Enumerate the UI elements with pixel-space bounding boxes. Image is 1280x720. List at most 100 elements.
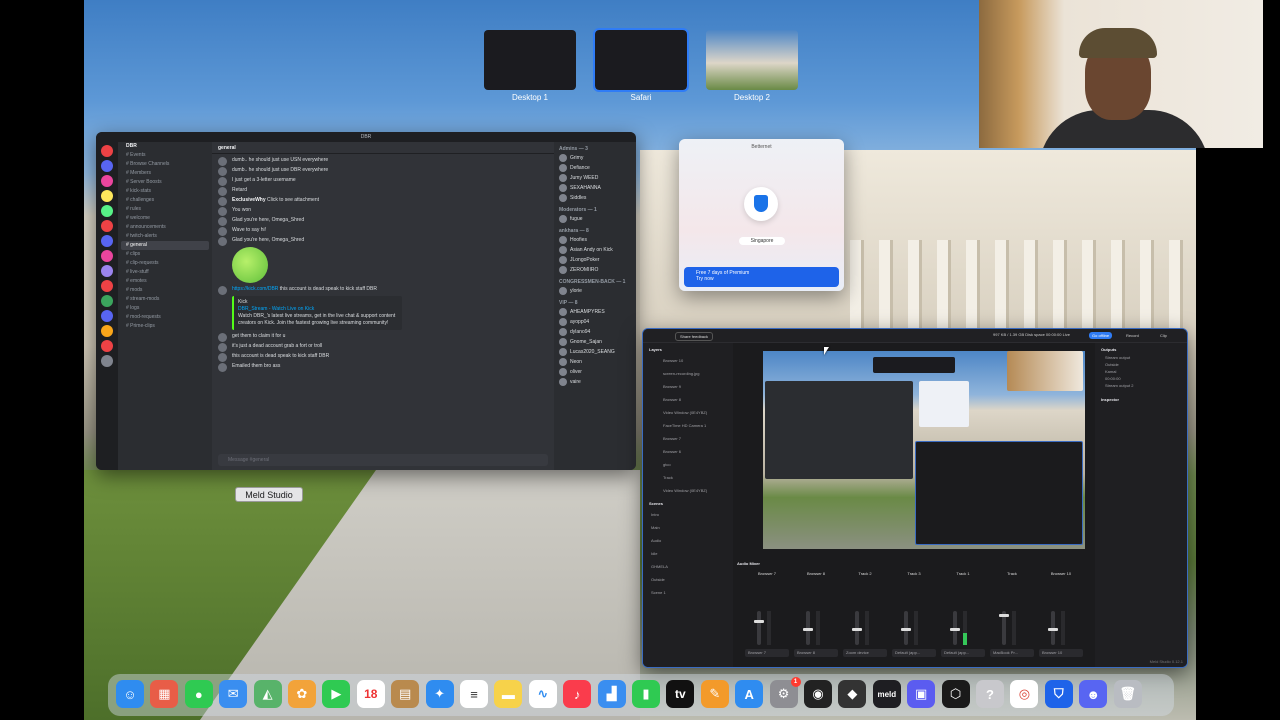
cube-icon[interactable]: ⬡ [941, 680, 970, 708]
scene-item[interactable]: GHMELA [643, 560, 733, 573]
chrome-icon[interactable]: ◎ [1010, 680, 1039, 708]
scene-item[interactable]: Main [643, 521, 733, 534]
layer-item[interactable]: Video Window (0E4YBZ) [643, 484, 733, 497]
trash-icon[interactable]: 🗑 [1113, 680, 1142, 708]
fader-knob[interactable] [1048, 628, 1058, 631]
device-selector[interactable]: Zoom device [843, 649, 887, 657]
output-item[interactable]: Stream output 2 [1095, 382, 1187, 389]
fader-knob[interactable] [852, 628, 862, 631]
layer-item[interactable]: Browser 7 [643, 432, 733, 445]
davinci-icon[interactable]: ◆ [838, 680, 867, 708]
member-item[interactable]: JLongoPoker [554, 255, 636, 265]
channel-item[interactable]: # logs [118, 304, 212, 313]
screen-icon[interactable]: ▣ [907, 680, 936, 708]
output-item[interactable]: Stream output [1095, 354, 1187, 361]
member-item[interactable]: ylorie [554, 286, 636, 296]
obs-icon[interactable]: ◉ [804, 680, 832, 708]
layer-item[interactable]: Browser 6 [643, 445, 733, 458]
fader-knob[interactable] [901, 628, 911, 631]
member-item[interactable]: Hoofies [554, 235, 636, 245]
fader-knob[interactable] [950, 628, 960, 631]
member-item[interactable]: fugue [554, 214, 636, 224]
stream-preview[interactable] [763, 351, 1085, 549]
toolbar-button[interactable]: Go offline [1089, 332, 1113, 339]
discord-server-icon[interactable] [101, 205, 113, 217]
scene-item[interactable]: Outside [643, 573, 733, 586]
output-item[interactable]: Kamal [1095, 368, 1187, 375]
member-item[interactable]: Gnome_Sajan [554, 337, 636, 347]
channel-item[interactable]: # Members [118, 169, 212, 178]
discord-server-icon[interactable] [101, 355, 113, 367]
volume-fader[interactable] [754, 611, 764, 645]
messages-icon[interactable]: ● [184, 680, 213, 708]
discord-server-icon[interactable] [101, 190, 113, 202]
scene-item[interactable]: Audio [643, 534, 733, 547]
discord-icon[interactable]: ☻ [1079, 680, 1108, 708]
channel-item[interactable]: # clip-requests [118, 259, 212, 268]
channel-item[interactable]: # clips [118, 250, 212, 259]
folder-icon[interactable]: ▤ [391, 680, 420, 708]
layer-item[interactable]: gtco [643, 458, 733, 471]
member-item[interactable]: dylano94 [554, 327, 636, 337]
member-item[interactable]: SEXAHANNA [554, 183, 636, 193]
device-selector[interactable]: Browser 10 [1039, 649, 1083, 657]
channel-item[interactable]: # stream-mods [118, 295, 212, 304]
member-item[interactable]: Asian Andy on Kick [554, 245, 636, 255]
channel-item[interactable]: # live-stuff [118, 268, 212, 277]
channel-item[interactable]: # Browse Channels [118, 160, 212, 169]
channel-item[interactable]: # mods [118, 286, 212, 295]
freeform-icon[interactable]: ∿ [528, 680, 557, 708]
device-selector[interactable]: Default (app... [892, 649, 936, 657]
pages-icon[interactable]: ✎ [700, 680, 729, 708]
layer-item[interactable]: Track [643, 471, 733, 484]
discord-server-name[interactable]: DBR [118, 142, 212, 151]
discord-server-icon[interactable] [101, 295, 113, 307]
discord-server-icon[interactable] [101, 145, 113, 157]
finder-icon[interactable]: ☺ [116, 680, 144, 708]
member-item[interactable]: Jumy WEED [554, 173, 636, 183]
appstore-icon[interactable]: A [735, 680, 764, 708]
appletv-icon[interactable]: tv [666, 680, 695, 708]
notes-icon[interactable]: ▬ [494, 680, 523, 708]
maps-icon[interactable]: ◭ [253, 680, 282, 708]
member-item[interactable]: ayopp04 [554, 317, 636, 327]
volume-fader[interactable] [852, 611, 862, 645]
layer-item[interactable]: FaceTime HD Camera 1 [643, 419, 733, 432]
channel-item[interactable]: # Events [118, 151, 212, 160]
message-input[interactable]: Message #general [218, 454, 548, 466]
premium-banner[interactable]: Free 7 days of Premium Try now [684, 267, 839, 287]
safari-icon[interactable]: ✦ [425, 680, 454, 708]
embed-title[interactable]: DBR_Stream - Watch Live on Kick [238, 306, 398, 313]
scene-item[interactable]: Intro [643, 508, 733, 521]
discord-server-icon[interactable] [101, 340, 113, 352]
volume-fader[interactable] [1048, 611, 1058, 645]
launchpad-icon[interactable]: ▦ [150, 680, 179, 708]
channel-item[interactable]: # rules [118, 205, 212, 214]
member-item[interactable]: Lucas2020_SEANG [554, 347, 636, 357]
layer-item[interactable]: Browser 8 [643, 393, 733, 406]
scene-item[interactable]: Scene 1 [643, 586, 733, 599]
channel-item[interactable]: # general [121, 241, 209, 250]
member-item[interactable]: Defiance [554, 163, 636, 173]
discord-server-icon[interactable] [101, 175, 113, 187]
betternet-icon[interactable]: ⛉ [1044, 680, 1073, 708]
layer-item[interactable]: Browser 10 [643, 354, 733, 367]
share-feedback-button[interactable]: Share feedback [675, 332, 714, 341]
discord-server-icon[interactable] [101, 265, 113, 277]
space-thumbnail[interactable] [706, 30, 798, 90]
channel-item[interactable]: # mod-requests [118, 313, 212, 322]
device-selector[interactable]: Browser 8 [794, 649, 838, 657]
fader-knob[interactable] [803, 628, 813, 631]
member-item[interactable]: AHEAMPYRES [554, 307, 636, 317]
channel-item[interactable]: # Server Boosts [118, 178, 212, 187]
scene-item[interactable]: Idle [643, 547, 733, 560]
settings-icon[interactable]: ⚙ 1 [769, 677, 801, 708]
volume-fader[interactable] [901, 611, 911, 645]
toolbar-button[interactable]: Clip [1157, 332, 1170, 339]
message-author[interactable]: ExclusiveWhy [232, 197, 267, 203]
member-item[interactable]: ZEROMIIRO [554, 265, 636, 275]
discord-server-icon[interactable] [101, 220, 113, 232]
channel-item[interactable]: # welcome [118, 214, 212, 223]
keynote-icon[interactable]: ▟ [597, 680, 626, 708]
member-item[interactable]: Siddles [554, 193, 636, 203]
